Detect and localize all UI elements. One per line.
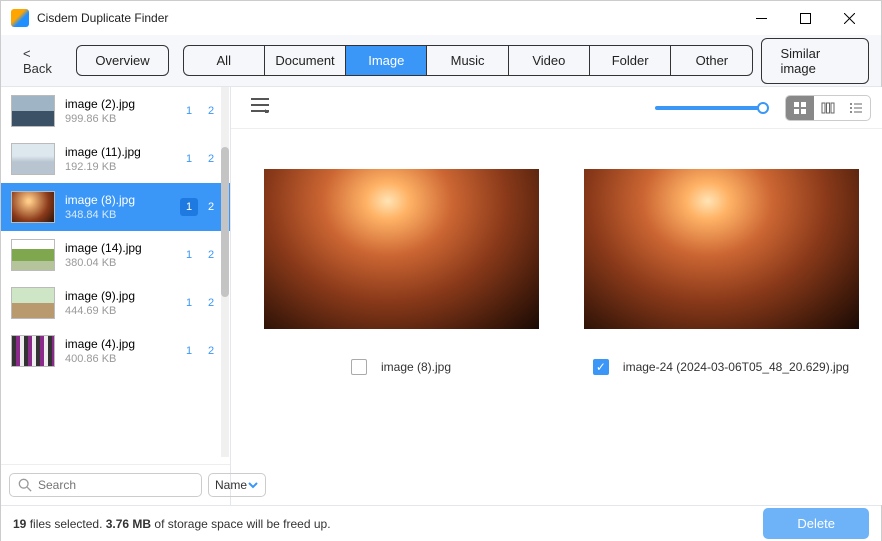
list-item[interactable]: image (2).jpg 999.86 KB 12	[1, 87, 230, 135]
item-name: image (2).jpg	[65, 97, 170, 111]
count-badge: 1	[180, 342, 198, 360]
item-size: 380.04 KB	[65, 257, 170, 269]
thumbnail	[11, 95, 55, 127]
count-badge: 2	[202, 150, 220, 168]
similar-image-button[interactable]: Similar image	[761, 38, 869, 84]
sort-select[interactable]: Name	[208, 473, 266, 497]
preview-pane: image (8).jpg image-24 (2024-03-06T05_48_…	[231, 87, 882, 505]
preview-column: image (8).jpg	[261, 169, 541, 375]
minimize-button[interactable]	[739, 3, 783, 33]
title-bar: Cisdem Duplicate Finder	[1, 1, 881, 35]
selected-count: 19	[13, 517, 26, 531]
view-grid-button[interactable]	[786, 96, 814, 120]
item-name: image (9).jpg	[65, 289, 170, 303]
sidebar: image (2).jpg999.86 KB12image (11).jpg19…	[1, 87, 231, 505]
app-icon	[11, 9, 29, 27]
preview-column: image-24 (2024-03-06T05_48_20.629).jpg	[581, 169, 861, 375]
tab-image[interactable]: Image	[346, 46, 427, 75]
overview-button[interactable]: Overview	[76, 45, 168, 76]
scrollbar-thumb[interactable]	[221, 147, 229, 297]
select-checkbox[interactable]	[351, 359, 367, 375]
filter-tabs: AllDocumentImageMusicVideoFolderOther	[183, 45, 754, 76]
maximize-button[interactable]	[783, 3, 827, 33]
status-bar: 19 files selected. 3.76 MB of storage sp…	[1, 505, 881, 541]
tab-music[interactable]: Music	[427, 46, 508, 75]
preview-filename: image-24 (2024-03-06T05_48_20.629).jpg	[623, 360, 849, 374]
thumbnail	[11, 335, 55, 367]
preview-filename: image (8).jpg	[381, 360, 451, 374]
tab-video[interactable]: Video	[509, 46, 590, 75]
item-size: 192.19 KB	[65, 161, 170, 173]
count-badge: 1	[180, 102, 198, 120]
count-badge: 1	[180, 198, 198, 216]
thumbnail	[11, 287, 55, 319]
tab-other[interactable]: Other	[671, 46, 752, 75]
options-menu-icon[interactable]	[251, 97, 271, 118]
preview-image	[584, 169, 859, 329]
list-item[interactable]: image (11).jpg 192.19 KB 12	[1, 135, 230, 183]
search-box[interactable]	[9, 473, 202, 497]
count-badge: 1	[180, 150, 198, 168]
list-item[interactable]: image (8).jpg 348.84 KB 12	[1, 183, 230, 231]
preview-toolbar	[231, 87, 882, 129]
count-badge: 2	[202, 102, 220, 120]
item-size: 999.86 KB	[65, 113, 170, 125]
count-badge: 2	[202, 198, 220, 216]
search-icon	[18, 478, 32, 492]
item-size: 348.84 KB	[65, 209, 170, 221]
item-name: image (4).jpg	[65, 337, 170, 351]
thumbnail	[11, 239, 55, 271]
toolbar: < Back Overview AllDocumentImageMusicVid…	[1, 35, 881, 87]
count-badge: 2	[202, 246, 220, 264]
item-name: image (8).jpg	[65, 193, 170, 207]
item-name: image (14).jpg	[65, 241, 170, 255]
tab-all[interactable]: All	[184, 46, 265, 75]
duplicate-list[interactable]: image (2).jpg999.86 KB12image (11).jpg19…	[1, 87, 230, 464]
tab-folder[interactable]: Folder	[590, 46, 671, 75]
view-list-button[interactable]	[842, 96, 870, 120]
zoom-slider[interactable]	[655, 106, 765, 110]
select-checkbox[interactable]	[593, 359, 609, 375]
delete-button[interactable]: Delete	[763, 508, 869, 539]
thumbnail	[11, 191, 55, 223]
preview-image	[264, 169, 539, 329]
sort-label: Name	[215, 478, 247, 492]
view-columns-button[interactable]	[814, 96, 842, 120]
count-badge: 2	[202, 294, 220, 312]
count-badge: 2	[202, 342, 220, 360]
search-input[interactable]	[38, 478, 193, 492]
chevron-down-icon	[247, 479, 259, 491]
count-badge: 1	[180, 294, 198, 312]
count-badge: 1	[180, 246, 198, 264]
item-size: 400.86 KB	[65, 353, 170, 365]
thumbnail	[11, 143, 55, 175]
list-item[interactable]: image (14).jpg 380.04 KB 12	[1, 231, 230, 279]
item-name: image (11).jpg	[65, 145, 170, 159]
view-mode-toggle	[785, 95, 871, 121]
window-title: Cisdem Duplicate Finder	[37, 11, 739, 25]
list-item[interactable]: image (9).jpg 444.69 KB 12	[1, 279, 230, 327]
close-button[interactable]	[827, 3, 871, 33]
item-size: 444.69 KB	[65, 305, 170, 317]
tab-document[interactable]: Document	[265, 46, 346, 75]
freed-size: 3.76 MB	[106, 517, 151, 531]
list-item[interactable]: image (4).jpg 400.86 KB 12	[1, 327, 230, 375]
back-button[interactable]: < Back	[13, 40, 68, 82]
